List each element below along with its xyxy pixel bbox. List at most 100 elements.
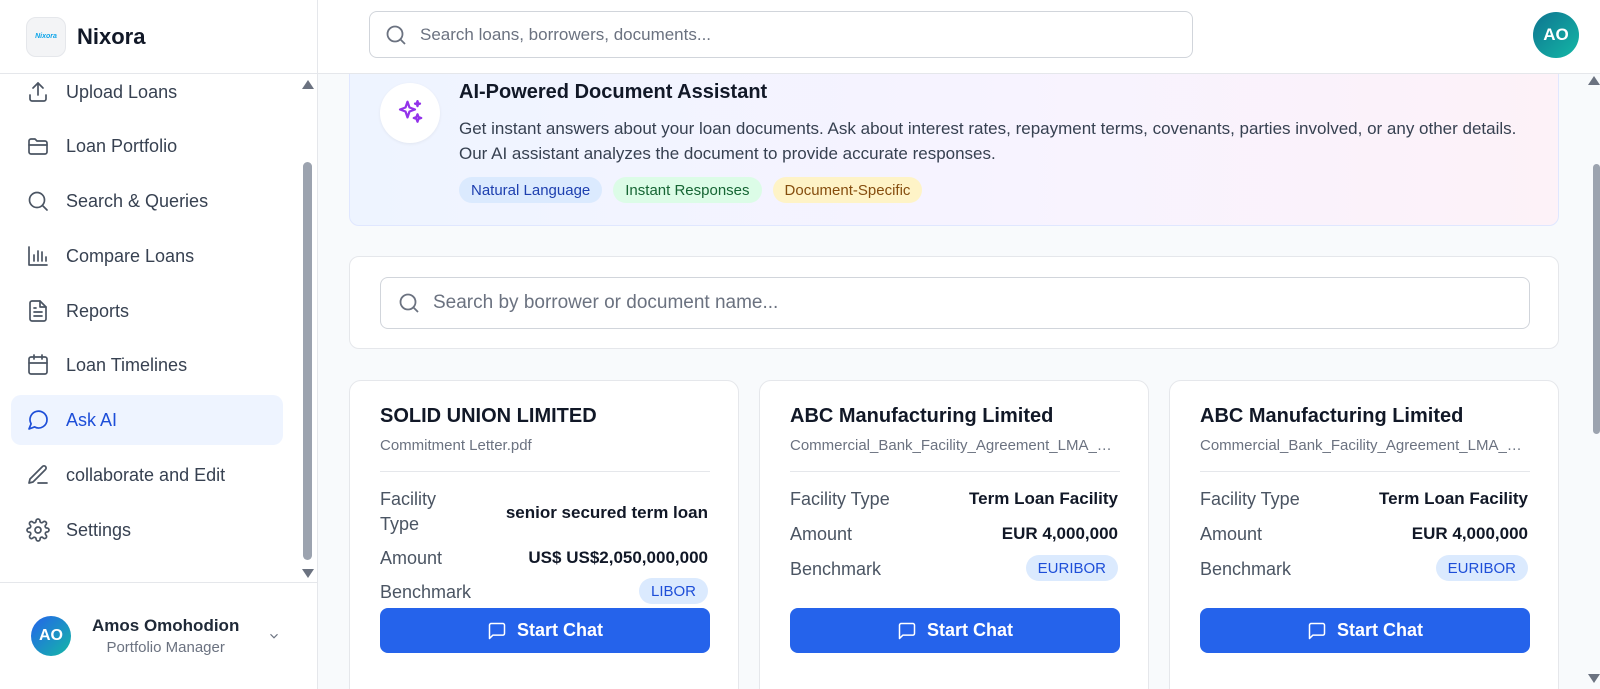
sidebar-item-label: Loan Timelines: [66, 354, 188, 375]
sidebar-item-label: Compare Loans: [66, 245, 195, 266]
main-scroll-thumb[interactable]: [1593, 164, 1600, 434]
sidebar-scroll-thumb[interactable]: [303, 162, 312, 560]
borrower-name: ABC Manufacturing Limited: [790, 405, 1054, 427]
calendar-icon: [26, 353, 50, 377]
facility-type-value: Term Loan Facility: [1379, 489, 1528, 508]
user-name: Amos Omohodion: [92, 616, 240, 635]
start-chat-button[interactable]: Start Chat: [790, 608, 1120, 653]
folder-icon: [26, 134, 50, 158]
start-chat-label: Start Chat: [1336, 620, 1423, 640]
scroll-up-arrow-icon[interactable]: [1588, 76, 1600, 85]
top-bar: AO: [318, 0, 1600, 74]
sidebar-item-loan-timelines[interactable]: Loan Timelines: [11, 340, 283, 390]
message-square-icon: [488, 622, 506, 639]
search-icon: [386, 25, 406, 45]
sidebar-item-label: Upload Loans: [66, 81, 178, 102]
scroll-down-arrow-icon[interactable]: [302, 569, 314, 578]
brand-header: Nixora Nixora: [0, 0, 317, 74]
amount-value: EUR 4,000,000: [1001, 524, 1118, 543]
sidebar-item-collaborate-edit[interactable]: collaborate and Edit: [11, 450, 283, 500]
start-chat-button[interactable]: Start Chat: [1200, 608, 1530, 653]
sidebar-item-settings[interactable]: Settings: [11, 505, 283, 555]
benchmark-badge: EURIBOR: [1435, 555, 1528, 581]
user-role: Portfolio Manager: [106, 639, 225, 656]
benchmark-badge: LIBOR: [638, 578, 708, 604]
main-content: AI-Powered Document Assistant Get instan…: [318, 74, 1586, 689]
chip-document-specific: Document-Specific: [772, 177, 923, 203]
chip-instant-responses: Instant Responses: [613, 177, 762, 203]
amount-label: Amount: [380, 548, 443, 568]
message-square-icon: [1308, 622, 1326, 639]
chat-bubble-icon: [26, 408, 50, 432]
user-profile-menu[interactable]: AO Amos Omohodion Portfolio Manager: [0, 582, 318, 689]
document-search[interactable]: [380, 277, 1530, 329]
start-chat-label: Start Chat: [926, 620, 1013, 640]
brand-name: Nixora: [77, 23, 146, 49]
upload-icon: [26, 80, 50, 104]
sidebar-item-upload-loans[interactable]: Upload Loans: [11, 74, 283, 117]
pencil-icon: [26, 463, 50, 487]
bar-chart-icon: [26, 244, 50, 268]
divider: [1200, 471, 1530, 472]
sidebar-scrollbar[interactable]: [300, 78, 316, 580]
sidebar-item-label: Ask AI: [66, 409, 118, 430]
amount-label: Amount: [1200, 524, 1263, 544]
sidebar-item-label: collaborate and Edit: [66, 464, 226, 485]
ai-assistant-banner: AI-Powered Document Assistant Get instan…: [349, 74, 1559, 226]
facility-type-value: senior secured term loan: [505, 503, 708, 522]
gear-icon: [26, 518, 50, 542]
document-search-card: [349, 256, 1559, 349]
brand-logo[interactable]: Nixora: [26, 16, 66, 57]
main-scrollbar[interactable]: [1586, 74, 1600, 689]
start-chat-button[interactable]: Start Chat: [380, 608, 710, 653]
document-file-name: Commercial_Bank_Facility_Agreement_LMA_S…: [790, 437, 1120, 454]
sidebar-item-label: Search & Queries: [66, 190, 209, 211]
document-icon: [26, 299, 50, 323]
global-search[interactable]: [369, 11, 1193, 58]
facility-type-label: Facility Type: [790, 489, 890, 509]
sidebar-item-ask-ai[interactable]: Ask AI: [11, 395, 283, 445]
facility-type-label: Facility Type: [1200, 489, 1300, 509]
banner-title: AI-Powered Document Assistant: [459, 81, 768, 103]
feature-chips: Natural Language Instant Responses Docum…: [459, 177, 923, 203]
divider: [380, 471, 710, 472]
sidebar-item-search-queries[interactable]: Search & Queries: [11, 176, 283, 226]
search-icon: [399, 293, 419, 313]
global-search-input[interactable]: [420, 24, 1180, 45]
avatar: AO: [31, 616, 71, 656]
sidebar-item-label: Settings: [66, 519, 132, 540]
document-file-name: Commercial_Bank_Facility_Agreement_LMA_S…: [1200, 437, 1530, 454]
sidebar-item-compare-loans[interactable]: Compare Loans: [11, 231, 283, 281]
document-search-input[interactable]: [433, 292, 1513, 314]
sidebar-nav: Upload Loans Loan Portfolio Search & Que…: [0, 74, 300, 582]
amount-label: Amount: [790, 524, 853, 544]
scroll-up-arrow-icon[interactable]: [302, 80, 314, 89]
loan-card: ABC Manufacturing Limited Commercial_Ban…: [759, 380, 1149, 689]
facility-type-value: Term Loan Facility: [969, 489, 1118, 508]
borrower-name: ABC Manufacturing Limited: [1200, 405, 1464, 427]
search-icon: [26, 189, 50, 213]
benchmark-badge: EURIBOR: [1025, 555, 1118, 581]
user-info: Amos Omohodion Portfolio Manager: [92, 616, 239, 656]
divider: [790, 471, 1120, 472]
sidebar-item-loan-portfolio[interactable]: Loan Portfolio: [11, 121, 283, 171]
loan-card: ABC Manufacturing Limited Commercial_Ban…: [1169, 380, 1559, 689]
borrower-name: SOLID UNION LIMITED: [380, 405, 597, 427]
benchmark-label: Benchmark: [380, 582, 472, 602]
message-square-icon: [898, 622, 916, 639]
sparkles-icon: [380, 83, 440, 143]
header-avatar[interactable]: AO: [1533, 12, 1579, 58]
sidebar-item-reports[interactable]: Reports: [11, 286, 283, 336]
chip-natural-language: Natural Language: [459, 177, 603, 203]
amount-value: EUR 4,000,000: [1411, 524, 1528, 543]
scroll-down-arrow-icon[interactable]: [1588, 674, 1600, 683]
sidebar-item-label: Loan Portfolio: [66, 135, 178, 156]
sidebar: Nixora Nixora Upload Loans Loan Portfoli…: [0, 0, 318, 689]
sidebar-item-label: Reports: [66, 300, 130, 321]
amount-value: US$ US$2,050,000,000: [528, 548, 708, 567]
chevron-down-icon[interactable]: [267, 629, 281, 643]
facility-type-label: Facility Type: [380, 489, 437, 534]
loan-card: SOLID UNION LIMITED Commitment Letter.pd…: [349, 380, 739, 689]
start-chat-label: Start Chat: [516, 620, 603, 640]
benchmark-label: Benchmark: [790, 559, 882, 579]
